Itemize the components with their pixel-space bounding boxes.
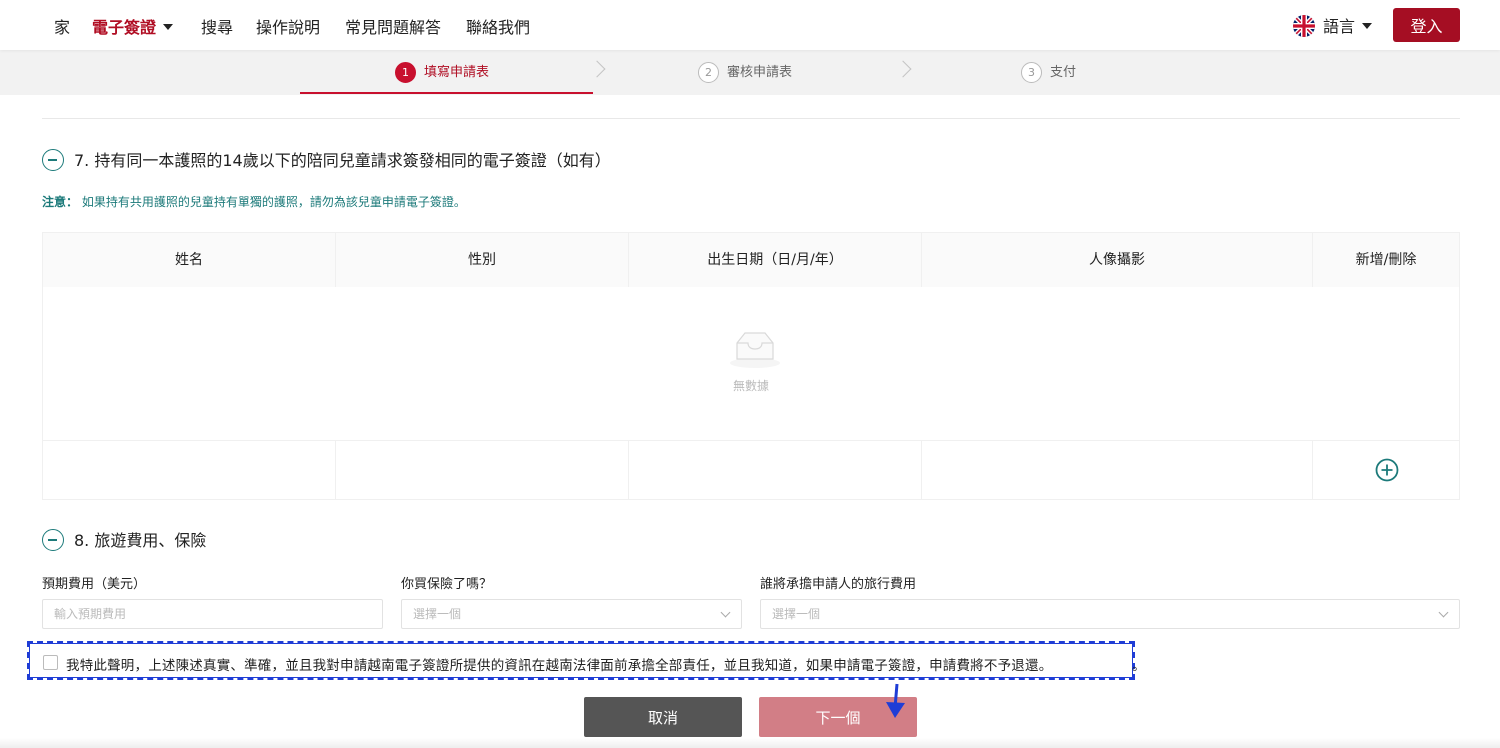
column-header-add-delete: 新增/刪除 bbox=[1355, 252, 1417, 268]
chevron-down-icon bbox=[163, 24, 174, 30]
nav-evisa[interactable]: 電子簽證 bbox=[92, 14, 174, 38]
chevron-down-icon bbox=[1362, 23, 1373, 29]
empty-inbox-icon bbox=[730, 332, 780, 368]
step-number: 2 bbox=[698, 62, 719, 83]
chevron-right-icon bbox=[894, 60, 912, 78]
note-text: 如果持有共用護照的兒童持有單獨的護照，請勿為該兒童申請電子簽證。 bbox=[81, 195, 466, 209]
step-2: 2 審核申請表 bbox=[698, 61, 792, 83]
expected-cost-label: 預期費用（美元） bbox=[42, 577, 147, 592]
language-label: 語言 bbox=[1323, 17, 1356, 36]
section-7-title: 7. 持有同一本護照的14歲以下的陪同兒童請求簽發相同的電子簽證（如有） bbox=[42, 147, 611, 171]
empty-text: 無數據 bbox=[732, 379, 769, 393]
payer-placeholder: 選擇一個 bbox=[772, 607, 821, 621]
bottom-shadow bbox=[0, 738, 1500, 748]
section-7-note: 注意： 如果持有共用護照的兒童持有單獨的護照，請勿為該兒童申請電子簽證。 bbox=[42, 193, 466, 210]
table-cell bbox=[922, 441, 1313, 500]
nav-evisa-label: 電子簽證 bbox=[92, 18, 157, 37]
payer-select[interactable]: 選擇一個 bbox=[760, 599, 1460, 629]
section-7-title-text: 7. 持有同一本護照的14歲以下的陪同兒童請求簽發相同的電子簽證（如有） bbox=[74, 151, 611, 170]
declaration-checkbox[interactable] bbox=[43, 655, 58, 670]
language-selector[interactable]: 語言 bbox=[1293, 13, 1373, 37]
table-header: 姓名 性別 出生日期（日/月/年） 人像攝影 新增/刪除 bbox=[43, 233, 1459, 287]
add-row-icon[interactable] bbox=[1375, 458, 1399, 482]
table-cell bbox=[629, 441, 922, 500]
column-header-photo: 人像攝影 bbox=[922, 233, 1313, 287]
nav-faq[interactable]: 常見問題解答 bbox=[345, 14, 441, 38]
active-step-indicator bbox=[300, 92, 593, 94]
step-label: 支付 bbox=[1050, 65, 1077, 80]
expected-cost-input[interactable] bbox=[42, 599, 383, 629]
section-8-title-text: 8. 旅遊費用、保險 bbox=[74, 531, 207, 550]
step-number: 3 bbox=[1021, 62, 1042, 83]
insurance-label: 你買保險了嗎？ bbox=[401, 577, 493, 592]
table-cell bbox=[43, 441, 336, 500]
insurance-select[interactable]: 選擇一個 bbox=[401, 599, 742, 629]
column-header-birthdate: 出生日期（日/月/年） bbox=[629, 233, 922, 287]
nav-search[interactable]: 搜尋 bbox=[201, 14, 233, 38]
section-8-title: 8. 旅遊費用、保險 bbox=[42, 527, 206, 551]
top-navigation: 家 電子簽證 搜尋 操作說明 常見問題解答 聯絡我們 語言 登入 bbox=[0, 0, 1500, 50]
declaration-tail: 。 bbox=[1132, 658, 1146, 674]
nav-guide[interactable]: 操作說明 bbox=[256, 14, 320, 38]
collapse-icon[interactable] bbox=[42, 529, 64, 551]
chevron-right-icon bbox=[588, 60, 606, 78]
insurance-placeholder: 選擇一個 bbox=[413, 607, 462, 621]
children-table: 姓名 性別 出生日期（日/月/年） 人像攝影 新增/刪除 無數據 bbox=[42, 232, 1460, 500]
nav-home[interactable]: 家 bbox=[54, 14, 70, 38]
cancel-button[interactable]: 取消 bbox=[584, 697, 742, 737]
progress-steps: 1 填寫申請表 2 審核申請表 3 支付 bbox=[0, 50, 1500, 95]
payer-label: 誰將承擔申請人的旅行費用 bbox=[760, 577, 917, 592]
step-label: 審核申請表 bbox=[727, 65, 793, 80]
table-cell bbox=[336, 441, 629, 500]
table-row bbox=[43, 441, 1459, 500]
nav-contact[interactable]: 聯絡我們 bbox=[466, 14, 530, 38]
column-header-name: 姓名 bbox=[43, 233, 336, 287]
arrow-down-icon bbox=[886, 683, 905, 718]
step-3: 3 支付 bbox=[1021, 61, 1076, 83]
note-label: 注意： bbox=[42, 195, 79, 209]
divider bbox=[42, 118, 1460, 119]
chevron-down-icon bbox=[720, 607, 731, 618]
empty-state: 無數據 bbox=[43, 287, 1459, 441]
login-button[interactable]: 登入 bbox=[1393, 8, 1460, 42]
step-number: 1 bbox=[395, 62, 416, 83]
column-header-gender: 性別 bbox=[336, 233, 629, 287]
uk-flag-icon bbox=[1293, 15, 1315, 37]
chevron-down-icon bbox=[1438, 607, 1449, 618]
step-label: 填寫申請表 bbox=[424, 65, 490, 80]
collapse-icon[interactable] bbox=[42, 149, 64, 171]
step-1: 1 填寫申請表 bbox=[395, 61, 489, 83]
declaration-text: 我特此聲明，上述陳述真實、準確，並且我對申請越南電子簽證所提供的資訊在越南法律面… bbox=[66, 658, 1053, 674]
